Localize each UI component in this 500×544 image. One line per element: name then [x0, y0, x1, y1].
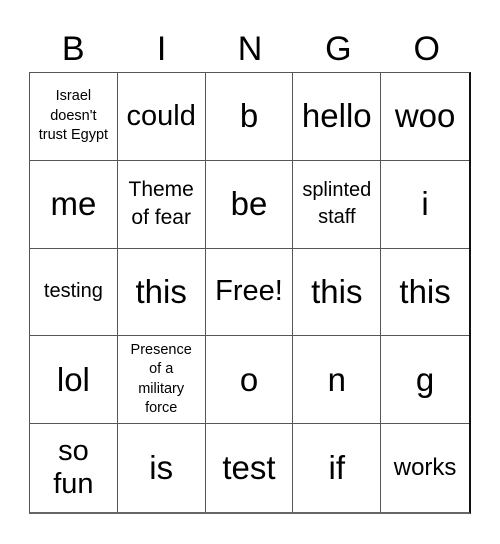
cell-text: n [327, 360, 346, 398]
cell-text: Theme of fear [128, 178, 194, 230]
cell-text: if [328, 449, 346, 487]
cell-text: could [126, 99, 196, 132]
bingo-cell[interactable]: if [293, 424, 382, 512]
bingo-cell[interactable]: me [30, 160, 118, 249]
bingo-header: B I N G O [29, 26, 471, 72]
header-letter-b: B [61, 30, 85, 68]
bingo-cell[interactable]: this [293, 248, 382, 337]
cell-text: this [311, 272, 363, 310]
cell-text: Israel doesn't trust Egypt [38, 88, 109, 144]
cell-text: me [50, 185, 97, 223]
bingo-board: Israel doesn't trust Egypt could b hello… [29, 72, 471, 514]
bingo-cell[interactable]: i [381, 161, 469, 249]
header-letter-g: G [325, 30, 352, 68]
header-letter-o: O [413, 30, 440, 68]
bingo-cell[interactable]: Presence of a military force [117, 336, 206, 425]
bingo-cell[interactable]: could [117, 73, 206, 161]
bingo-cell[interactable]: is [118, 424, 206, 512]
cell-text: works [393, 454, 457, 482]
bingo-cell[interactable]: n [293, 336, 382, 425]
cell-text: Presence of a military force [130, 341, 192, 417]
cell-text: i [421, 185, 429, 223]
bingo-cell[interactable]: works [381, 424, 469, 512]
bingo-cell[interactable]: be [205, 160, 294, 249]
bingo-cell[interactable]: this [117, 248, 206, 337]
bingo-cell[interactable]: Israel doesn't trust Egypt [30, 73, 118, 161]
cell-text: woo [394, 97, 456, 135]
bingo-cell[interactable]: hello [293, 73, 382, 161]
cell-text: is [149, 449, 174, 487]
bingo-cell[interactable]: test [206, 424, 294, 512]
cell-text: b [239, 97, 259, 135]
bingo-cell[interactable]: so fun [30, 424, 118, 512]
cell-text: this [399, 272, 451, 310]
bingo-cell[interactable]: Theme of fear [117, 160, 206, 249]
cell-text: lol [56, 360, 90, 398]
bingo-cell[interactable]: woo [381, 73, 469, 161]
cell-text: hello [301, 97, 372, 135]
bingo-cell[interactable]: this [381, 249, 469, 337]
cell-text: test [222, 449, 276, 487]
bingo-cell[interactable]: b [205, 73, 294, 161]
bingo-cell[interactable]: g [381, 336, 469, 425]
cell-text: so fun [53, 435, 94, 501]
cell-text: be [230, 185, 268, 223]
cell-text: Free! [215, 275, 283, 308]
cell-text: testing [43, 280, 103, 303]
cell-text: g [415, 360, 435, 398]
header-letter-i: I [156, 30, 167, 68]
bingo-cell[interactable]: o [205, 336, 294, 425]
bingo-cell[interactable]: testing [30, 248, 118, 337]
bingo-cell[interactable]: lol [30, 336, 118, 425]
cell-text: splinted staff [302, 179, 372, 229]
header-letter-n: N [237, 30, 263, 68]
free-space[interactable]: Free! [205, 248, 294, 337]
bingo-cell[interactable]: splinted staff [293, 160, 382, 249]
cell-text: o [239, 360, 259, 398]
cell-text: this [135, 272, 187, 310]
